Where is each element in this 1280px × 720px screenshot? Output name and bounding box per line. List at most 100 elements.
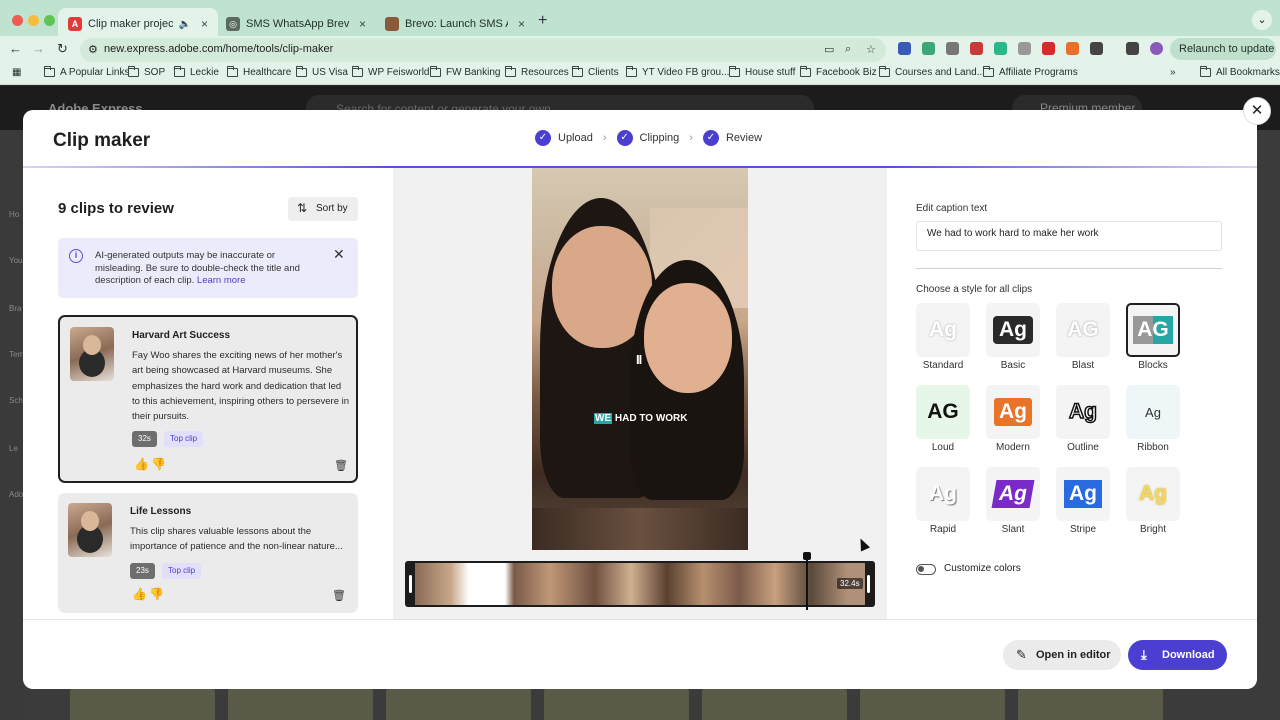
style-rapid[interactable]: Ag	[916, 467, 970, 521]
style-modern[interactable]: Ag	[986, 385, 1040, 439]
pause-icon[interactable]: II	[636, 352, 642, 367]
bookmark-folder[interactable]: House stuff	[728, 66, 795, 78]
style-ribbon[interactable]: Ag	[1126, 385, 1180, 439]
bookmark-folder[interactable]: Resources	[504, 66, 569, 78]
step-upload[interactable]: ✓ Upload	[535, 130, 593, 146]
style-basic[interactable]: Ag	[986, 303, 1040, 357]
bookmark-label: Clients	[588, 67, 619, 78]
bookmark-folder[interactable]: US Visa	[295, 66, 348, 78]
clip-timeline[interactable]: 32.4s	[405, 561, 875, 607]
video-player[interactable]: II WE HAD TO WORK	[532, 168, 748, 550]
folder-icon	[226, 66, 238, 77]
trim-end-handle[interactable]	[867, 575, 870, 593]
bookmark-folder[interactable]: WP Feisworld	[351, 66, 430, 78]
clip-title: Life Lessons	[130, 506, 192, 517]
minimize-window-dot[interactable]	[28, 15, 39, 26]
zoom-icon[interactable]: ⌕	[845, 43, 851, 56]
bookmark-folder[interactable]: Clients	[571, 66, 619, 78]
style-preview: AG	[1133, 316, 1173, 344]
bookmark-folder[interactable]: Facebook Biz	[799, 66, 877, 78]
bookmark-star-icon[interactable]: ☆	[866, 43, 876, 56]
bookmark-folder[interactable]: YT Video FB grou...	[625, 66, 729, 78]
bookmark-folder[interactable]: Healthcare	[226, 66, 291, 78]
playhead[interactable]	[803, 552, 811, 610]
extension-icon[interactable]	[970, 42, 983, 55]
step-review[interactable]: ✓ Review	[702, 130, 762, 146]
puzzle-extensions-icon[interactable]	[1090, 42, 1103, 55]
trash-icon[interactable]: 🗑	[332, 589, 346, 602]
install-app-icon[interactable]: ▭	[824, 43, 834, 56]
learn-more-link[interactable]: Learn more	[197, 275, 246, 286]
close-notice-icon[interactable]: ✕	[333, 246, 345, 263]
sort-by-button[interactable]: ⇅ Sort by	[288, 197, 358, 221]
extension-icon[interactable]	[994, 42, 1007, 55]
maximize-window-dot[interactable]	[44, 15, 55, 26]
forward-icon[interactable]: →	[32, 41, 45, 56]
close-window-dot[interactable]	[12, 15, 23, 26]
reload-icon[interactable]: ↻	[57, 41, 68, 57]
close-tab-icon[interactable]: ×	[201, 17, 208, 31]
caption-text-field[interactable]: We had to work hard to make her work	[916, 221, 1222, 251]
clip-card[interactable]: Harvard Art Success Fay Woo shares the e…	[58, 315, 358, 483]
background-project-thumb	[544, 686, 689, 720]
bookmark-folder[interactable]: Courses and Land...	[878, 66, 985, 78]
trim-start-handle[interactable]	[409, 575, 412, 593]
style-bright[interactable]: Ag	[1126, 467, 1180, 521]
style-blast[interactable]: AG	[1056, 303, 1110, 357]
folder-icon	[728, 66, 740, 77]
close-tab-icon[interactable]: ×	[359, 17, 366, 31]
style-preview: Ag	[991, 480, 1035, 508]
style-loud[interactable]: AG	[916, 385, 970, 439]
more-bookmarks-icon[interactable]: »	[1170, 67, 1176, 78]
close-modal-icon[interactable]: ✕	[1243, 97, 1271, 125]
profile-avatar-icon[interactable]	[1150, 42, 1163, 55]
reading-list-icon[interactable]	[1126, 42, 1139, 55]
step-clipping[interactable]: ✓ Clipping	[616, 130, 679, 146]
bookmark-label: Affiliate Programs	[999, 67, 1078, 78]
new-tab-icon[interactable]: +	[538, 12, 547, 30]
extension-icon[interactable]	[1066, 42, 1079, 55]
all-bookmarks[interactable]: All Bookmarks	[1199, 66, 1280, 78]
style-name: Bright	[1139, 524, 1167, 535]
style-standard[interactable]: Ag	[916, 303, 970, 357]
extension-icon[interactable]	[1042, 42, 1055, 55]
rail-label: Bra	[9, 304, 22, 313]
clip-card[interactable]: Life Lessons This clip shares valuable l…	[58, 493, 358, 613]
style-blocks[interactable]: AG	[1126, 303, 1180, 357]
style-name: Loud	[931, 442, 955, 453]
style-slant[interactable]: Ag	[986, 467, 1040, 521]
extension-icon[interactable]	[946, 42, 959, 55]
audio-icon[interactable]: 🔈	[179, 19, 191, 30]
extension-icon[interactable]	[898, 42, 911, 55]
timeline-duration: 32.4s	[837, 578, 863, 589]
tab-search-chevron-icon[interactable]: ⌄	[1252, 10, 1272, 30]
style-outline[interactable]: Ag	[1056, 385, 1110, 439]
bookmark-folder[interactable]: Leckie	[173, 66, 219, 78]
relaunch-button[interactable]: Relaunch to update	[1170, 38, 1276, 60]
bookmark-folder[interactable]: A Popular Links	[43, 66, 130, 78]
trash-icon[interactable]: 🗑	[334, 459, 348, 472]
bookmark-folder[interactable]: FW Banking	[429, 66, 500, 78]
duration-badge: 32s	[132, 431, 157, 447]
close-tab-icon[interactable]: ×	[518, 17, 525, 31]
folder-icon	[429, 66, 441, 77]
style-name: Standard	[922, 360, 964, 371]
bookmark-folder[interactable]: SOP	[127, 66, 165, 78]
style-stripe[interactable]: Ag	[1056, 467, 1110, 521]
checkmark-icon: ✓	[702, 130, 719, 146]
thumbs-down-icon[interactable]: 👎	[151, 457, 170, 471]
site-info-icon[interactable]: ⚙	[88, 43, 98, 56]
customize-colors-toggle[interactable]	[916, 564, 936, 575]
url-text: new.express.adobe.com/home/tools/clip-ma…	[104, 43, 334, 55]
thumbs-down-icon[interactable]: 👎	[149, 587, 168, 601]
address-bar[interactable]: ⚙ new.express.adobe.com/home/tools/clip-…	[80, 38, 886, 62]
back-icon[interactable]: ←	[9, 41, 22, 56]
extension-icon[interactable]	[1018, 42, 1031, 55]
style-name: Blast	[1071, 360, 1095, 371]
bookmark-label: A Popular Links	[60, 67, 130, 78]
open-in-editor-button[interactable]: ✎ Open in editor	[1003, 640, 1121, 670]
bookmark-folder[interactable]: Affiliate Programs	[982, 66, 1078, 78]
apps-grid-icon[interactable]: ▦	[12, 67, 21, 78]
download-button[interactable]: ⤓ Download	[1128, 640, 1227, 670]
extension-icon[interactable]	[922, 42, 935, 55]
